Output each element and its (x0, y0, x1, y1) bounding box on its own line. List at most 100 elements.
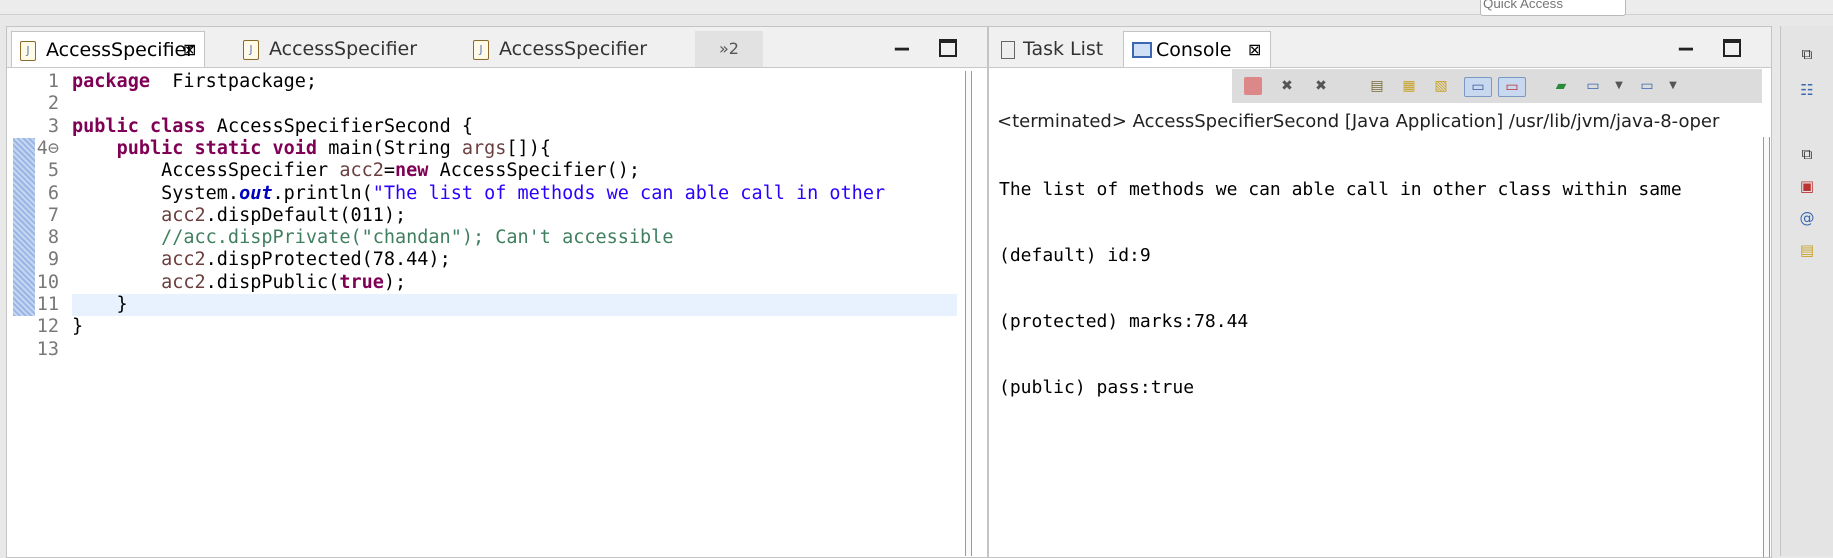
console-pane: Task List Console ⊠ ▁ ✖ ✖ ▤ ▦ ▧ ▭ ▭ ▰ ▭ … (988, 26, 1772, 558)
minimize-icon[interactable]: ▁ (895, 31, 909, 51)
line-number: 12 (36, 316, 59, 338)
code-line: //acc.dispPrivate("chandan"); Can't acce… (72, 227, 673, 248)
code-line: public class AccessSpecifierSecond { (72, 116, 473, 137)
tab-label: Console (1156, 39, 1232, 61)
restore-icon[interactable]: ⧉ (1797, 144, 1817, 164)
show-on-stderr-icon[interactable]: ▭ (1498, 77, 1526, 97)
code-token: Firstpackage; (149, 71, 318, 92)
line-number: 1 (47, 71, 59, 92)
quick-access-input[interactable] (1480, 0, 1626, 16)
code-token: "The list of methods we can able call in… (372, 182, 897, 204)
close-icon[interactable]: ⊠ (1248, 32, 1261, 68)
minimize-icon[interactable]: ▁ (1679, 31, 1693, 51)
restore-icon[interactable]: ⧉ (1797, 44, 1817, 64)
tab-task-list[interactable]: Task List (993, 31, 1117, 67)
outline-view-icon[interactable]: ☷ (1797, 80, 1817, 100)
declaration-view-icon[interactable]: ▤ (1797, 240, 1817, 260)
console-output-line: (default) id:9 (999, 245, 1151, 266)
console-output-line: The list of methods we can able call in … (999, 179, 1682, 200)
line-number: 2 (47, 93, 59, 115)
code-token: out (239, 182, 273, 204)
right-trim-stack: ⧉ ☷ ⧉ ▣ @ ▤ (1780, 26, 1833, 556)
maximize-icon[interactable] (1723, 39, 1741, 57)
code-token: class (149, 115, 206, 137)
tab-label: Task List (1023, 38, 1104, 60)
line-number: 7 (47, 204, 59, 226)
console-output[interactable]: The list of methods we can able call in … (999, 135, 1759, 443)
code-token: public (72, 115, 139, 137)
code-token: public (116, 137, 184, 159)
close-icon[interactable]: ⊠ (183, 32, 196, 68)
console-output-line: (public) pass:true (999, 377, 1195, 398)
editor-tab-2[interactable]: J AccessSpecifier (235, 31, 429, 67)
java-file-icon: J (473, 40, 489, 60)
problems-view-icon[interactable]: ▣ (1797, 176, 1817, 196)
code-line: acc2.dispPublic(true); (72, 272, 406, 293)
editor-tab-1[interactable]: J AccessSpecifier ⊠ (11, 31, 205, 67)
code-line: acc2.dispProtected(78.44); (72, 249, 451, 270)
console-toolbar: ✖ ✖ ▤ ▦ ▧ ▭ ▭ ▰ ▭ ▼ ▭ ▼ (1232, 69, 1762, 103)
open-console-icon[interactable]: ▭ (1638, 77, 1656, 95)
maximize-icon[interactable] (939, 39, 957, 57)
chevron-down-icon[interactable]: ▼ (1664, 77, 1682, 95)
code-token: .dispPublic( (205, 271, 340, 293)
code-token: AccessSpecifier (72, 160, 340, 182)
console-output-line: (protected) marks:78.44 (999, 311, 1249, 332)
terminate-icon[interactable] (1244, 77, 1262, 95)
line-number: 4⊖ (36, 137, 59, 159)
code-token: .dispDefault(011); (205, 204, 407, 226)
word-wrap-icon[interactable]: ▧ (1432, 77, 1450, 95)
pin-console-icon[interactable]: ▰ (1552, 77, 1570, 95)
code-token: } (72, 316, 84, 338)
code-token: args (461, 137, 507, 159)
java-file-icon: J (243, 40, 259, 60)
editor-tab-3[interactable]: J AccessSpecifier (465, 31, 659, 67)
tab-overflow-button[interactable]: »2 (695, 31, 763, 67)
code-token: acc2 (161, 249, 206, 271)
code-token: []){ (506, 137, 551, 159)
current-line-highlight (72, 294, 957, 316)
code-line: acc2.dispDefault(011); (72, 205, 406, 226)
code-token: acc2 (161, 271, 206, 293)
line-number: 5 (47, 160, 59, 182)
console-scrollbar[interactable] (1763, 137, 1770, 557)
line-number: 9 (47, 249, 59, 271)
javadoc-view-icon[interactable]: @ (1797, 208, 1817, 228)
remove-all-launches-icon[interactable]: ✖ (1312, 77, 1330, 95)
chevron-down-icon[interactable]: ▼ (1610, 77, 1628, 95)
java-file-icon: J (20, 41, 36, 61)
code-line: System.out.println("The list of methods … (72, 183, 896, 204)
code-token: } (72, 294, 128, 315)
console-icon (1132, 42, 1152, 58)
code-editor[interactable]: 1 package Firstpackage; 2 3 public class Acc… (7, 68, 972, 558)
code-token: .println( (272, 182, 373, 204)
show-on-stdout-icon[interactable]: ▭ (1464, 77, 1492, 97)
editor-scrollbar[interactable] (965, 71, 972, 556)
line-number: 10 (36, 271, 59, 293)
line-number: 13 (36, 338, 59, 360)
tab-console[interactable]: Console ⊠ (1123, 31, 1271, 67)
code-token: acc2 (339, 160, 384, 182)
code-line: public static void main(String args[]){ (72, 138, 551, 159)
remove-launch-icon[interactable]: ✖ (1278, 77, 1296, 95)
scroll-lock-icon[interactable]: ▦ (1400, 77, 1418, 95)
line-number: 3 (47, 115, 59, 137)
code-token: void (272, 137, 318, 159)
code-token: //acc.dispPrivate("chandan"); Can't acce… (161, 227, 674, 249)
code-token: AccessSpecifierSecond { (205, 115, 473, 137)
code-line: } (72, 294, 128, 315)
code-line: } (72, 316, 83, 337)
console-launch-header: <terminated> AccessSpecifierSecond [Java… (997, 111, 1720, 132)
editor-tab-bar: J AccessSpecifier ⊠ J AccessSpecifier J … (7, 27, 987, 68)
code-line: package Firstpackage; (72, 71, 317, 92)
task-list-icon (1001, 41, 1015, 59)
display-console-icon[interactable]: ▭ (1584, 77, 1602, 95)
clear-console-icon[interactable]: ▤ (1368, 77, 1386, 95)
